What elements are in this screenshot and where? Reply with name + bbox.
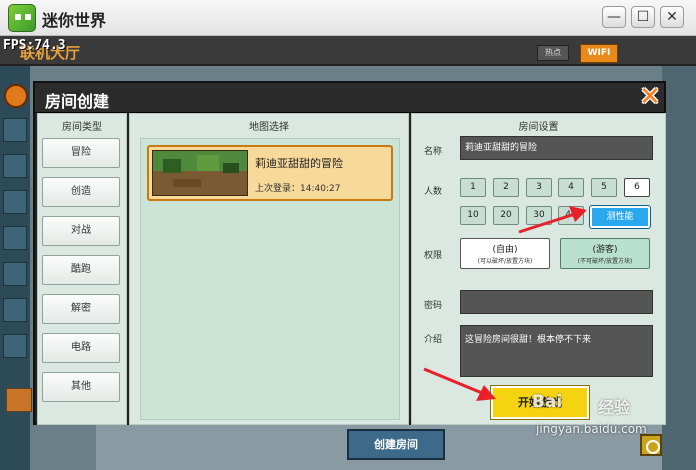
players-option-20[interactable]: 20 bbox=[493, 206, 519, 225]
tool-tile[interactable] bbox=[3, 154, 27, 178]
type-adventure-button[interactable]: 冒险 bbox=[42, 138, 120, 168]
players-option-30[interactable]: 30 bbox=[526, 206, 552, 225]
baidu-watermark: Bai 经验 jingyan.baidu.com bbox=[532, 392, 682, 452]
permission-guest-desc: (不可破坏/放置方块) bbox=[577, 258, 633, 265]
window-close-button[interactable]: ✕ bbox=[660, 6, 684, 28]
permission-free-desc: (可以破坏/放置方块) bbox=[477, 258, 533, 265]
name-label: 名称 bbox=[424, 147, 443, 157]
orange-side-button[interactable] bbox=[6, 388, 32, 412]
players-option-4[interactable]: 4 bbox=[558, 178, 584, 197]
minimize-button[interactable]: — bbox=[602, 6, 626, 28]
intro-label: 介绍 bbox=[424, 335, 443, 345]
password-label: 密码 bbox=[424, 301, 443, 311]
map-item-selected[interactable]: 莉迪亚甜甜的冒险 上次登录：14:40:27 bbox=[147, 145, 393, 201]
room-settings-label: 房间设置 bbox=[518, 122, 559, 133]
players-option-10[interactable]: 10 bbox=[460, 206, 486, 225]
players-option-2[interactable]: 2 bbox=[493, 178, 519, 197]
fps-counter: FPS:74.3 bbox=[3, 38, 66, 53]
map-select-label: 地图选择 bbox=[249, 122, 289, 133]
permission-guest-title: (游客) bbox=[592, 245, 618, 255]
window-titlebar: 迷你世界 — ☐ ✕ bbox=[0, 0, 696, 36]
map-select-panel: 地图选择 莉迪亚甜甜的冒险 上次登录：14:40:27 bbox=[129, 113, 409, 425]
intro-field[interactable]: 这冒险房间很甜！根本停不下来 bbox=[460, 325, 653, 377]
tool-tile[interactable] bbox=[3, 118, 27, 142]
watermark-url: jingyan.baidu.com bbox=[536, 422, 647, 436]
type-other-button[interactable]: 其他 bbox=[42, 372, 120, 402]
room-create-dialog: 房间创建 ✕ 房间类型 冒险 创造 对战 酷跑 解密 电路 其他 地图选择 莉迪… bbox=[33, 81, 666, 425]
room-type-panel: 房间类型 冒险 创造 对战 酷跑 解密 电路 其他 bbox=[37, 113, 127, 425]
players-label: 人数 bbox=[424, 187, 443, 197]
watermark-cn: 经验 bbox=[598, 398, 631, 417]
permission-guest-button[interactable]: (游客) (不可破坏/放置方块) bbox=[560, 238, 650, 269]
players-option-6[interactable]: 6 bbox=[624, 178, 650, 197]
test-performance-button[interactable]: 测性能 bbox=[589, 205, 651, 229]
map-list: 莉迪亚甜甜的冒险 上次登录：14:40:27 bbox=[140, 138, 400, 420]
tool-tile[interactable] bbox=[3, 226, 27, 250]
dialog-title: 房间创建 bbox=[45, 92, 110, 111]
create-room-button[interactable]: 创建房间 bbox=[347, 429, 445, 460]
password-field[interactable] bbox=[460, 290, 653, 314]
watermark-logo: Bai bbox=[532, 392, 563, 412]
tool-tile[interactable] bbox=[3, 298, 27, 322]
permission-label: 权限 bbox=[424, 251, 443, 261]
app-logo-icon bbox=[8, 4, 36, 32]
gear-icon[interactable] bbox=[4, 84, 28, 108]
dialog-close-icon[interactable]: ✕ bbox=[637, 84, 663, 111]
tool-tile[interactable] bbox=[3, 190, 27, 214]
window-title: 迷你世界 bbox=[42, 11, 107, 30]
tool-tile[interactable] bbox=[3, 262, 27, 286]
maximize-button[interactable]: ☐ bbox=[631, 6, 655, 28]
players-option-40[interactable]: 40 bbox=[558, 206, 584, 225]
room-type-label: 房间类型 bbox=[62, 122, 102, 133]
permission-free-title: (自由) bbox=[492, 245, 518, 255]
type-puzzle-button[interactable]: 解密 bbox=[42, 294, 120, 324]
players-option-5[interactable]: 5 bbox=[591, 178, 617, 197]
map-name: 莉迪亚甜甜的冒险 bbox=[255, 157, 343, 170]
room-name-field[interactable]: 莉迪亚甜甜的冒险 bbox=[460, 136, 653, 160]
permission-free-button[interactable]: (自由) (可以破坏/放置方块) bbox=[460, 238, 550, 269]
players-option-3[interactable]: 3 bbox=[526, 178, 552, 197]
tool-tile[interactable] bbox=[3, 334, 27, 358]
players-option-1[interactable]: 1 bbox=[460, 178, 486, 197]
tab-hotspot[interactable]: 热点 bbox=[537, 45, 569, 61]
map-last-login: 上次登录：14:40:27 bbox=[255, 184, 341, 194]
tab-wifi[interactable]: WIFI bbox=[580, 44, 618, 63]
type-circuit-button[interactable]: 电路 bbox=[42, 333, 120, 363]
dialog-header: 房间创建 ✕ bbox=[35, 83, 664, 113]
type-parkour-button[interactable]: 酷跑 bbox=[42, 255, 120, 285]
type-create-button[interactable]: 创造 bbox=[42, 177, 120, 207]
type-battle-button[interactable]: 对战 bbox=[42, 216, 120, 246]
room-settings-panel: 房间设置 名称 莉迪亚甜甜的冒险 人数 1 2 3 4 5 6 10 20 30… bbox=[411, 113, 666, 425]
map-thumbnail bbox=[152, 150, 248, 196]
